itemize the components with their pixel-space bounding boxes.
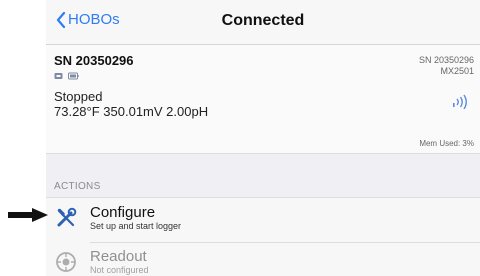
configure-title: Configure	[90, 204, 156, 221]
memory-used: Mem Used: 3%	[419, 139, 474, 148]
pointer-arrow-icon	[8, 208, 48, 222]
device-status-icons	[54, 72, 79, 80]
page-title: Connected	[221, 12, 305, 29]
actions-list: Configure Set up and start logger Readou…	[46, 197, 480, 276]
readout-icon	[56, 252, 76, 272]
serial-number-small: SN 20350296	[418, 55, 474, 65]
configure-action[interactable]: Configure Set up and start logger	[46, 200, 480, 243]
serial-model-block: SN 20350296 MX2501	[419, 55, 474, 77]
logger-status: Stopped	[54, 89, 103, 104]
sensor-icon	[54, 73, 63, 79]
actions-section-header: ACTIONS	[54, 181, 101, 192]
navigation-bar: HOBOs Connected	[46, 0, 480, 45]
battery-icon	[68, 72, 79, 80]
wrench-screwdriver-icon	[57, 207, 77, 227]
readout-title: Readout	[90, 248, 147, 265]
signal-strength-icon	[453, 94, 467, 109]
app-screen: HOBOs Connected SN 20350296 Stopped 73.2…	[46, 0, 480, 276]
device-serial: SN 20350296	[54, 53, 134, 68]
readout-subtitle: Not configured	[90, 265, 149, 275]
model-number: MX2501	[440, 66, 474, 76]
configure-subtitle: Set up and start logger	[90, 221, 182, 231]
sensor-readings: 73.28°F 350.01mV 2.00pH	[54, 104, 209, 119]
device-info-panel: SN 20350296 Stopped 73.28°F 350.01mV 2.0…	[46, 45, 480, 154]
list-divider	[90, 242, 480, 243]
readout-action[interactable]: Readout Not configured	[46, 244, 480, 276]
